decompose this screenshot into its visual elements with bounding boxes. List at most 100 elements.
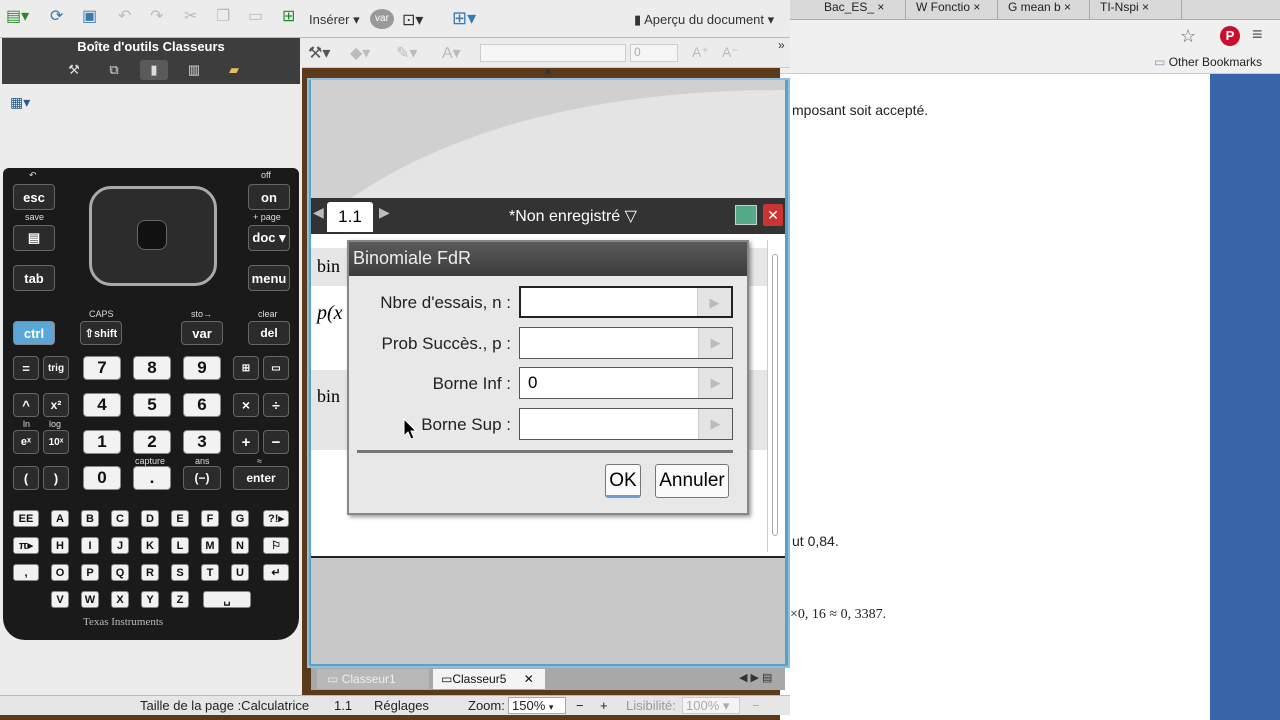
redo-icon[interactable]: ↷: [150, 6, 163, 26]
alpha-key[interactable]: M: [201, 537, 219, 554]
insert-icon[interactable]: ⊞: [282, 6, 295, 26]
esc-key[interactable]: esc: [13, 184, 55, 210]
alpha-key[interactable]: K: [141, 537, 159, 554]
page-tab[interactable]: 1.1: [327, 202, 373, 232]
var-button[interactable]: var: [370, 9, 394, 29]
divide-key[interactable]: ÷: [263, 393, 289, 417]
bookmark-folder[interactable]: ▭ Other Bookmarks: [1154, 55, 1262, 69]
key-6[interactable]: 6: [183, 393, 221, 417]
negative-key[interactable]: (−): [183, 466, 221, 490]
new-document-icon[interactable]: ▤▾: [6, 6, 29, 26]
key-8[interactable]: 8: [133, 356, 171, 380]
alpha-key[interactable]: U: [231, 564, 249, 581]
tools-icon[interactable]: ⚒▾: [308, 43, 330, 63]
browser-tab[interactable]: W Fonctio ×: [912, 0, 998, 20]
exp-key[interactable]: eˣ: [13, 430, 39, 454]
settings-button[interactable]: Réglages: [374, 698, 429, 713]
font-size-select[interactable]: 0: [630, 44, 678, 62]
font-select[interactable]: [480, 44, 626, 62]
multiply-key[interactable]: ×: [233, 393, 259, 417]
undo-icon[interactable]: ↶: [118, 6, 131, 26]
space-key[interactable]: ␣: [203, 591, 251, 608]
key-4[interactable]: 4: [83, 393, 121, 417]
arrow-right-icon[interactable]: ▶: [698, 409, 732, 439]
template-key-icon[interactable]: ⊞: [233, 356, 259, 380]
alpha-key[interactable]: ,: [13, 564, 39, 581]
readability-minus-icon[interactable]: −: [752, 698, 760, 713]
alpha-key[interactable]: S: [171, 564, 189, 581]
shrink-font-icon[interactable]: A⁻: [722, 44, 739, 61]
enter-key[interactable]: enter: [233, 466, 289, 490]
del-key[interactable]: del: [248, 321, 290, 345]
close-tab-icon[interactable]: ✕: [524, 672, 534, 686]
star-icon[interactable]: ☆: [1180, 26, 1196, 47]
key-9[interactable]: 9: [183, 356, 221, 380]
trig-key[interactable]: trig: [43, 356, 69, 380]
alpha-key[interactable]: J: [111, 537, 129, 554]
doc-tab-classeur5[interactable]: ▭Classeur5 ✕: [433, 669, 545, 689]
lparen-key[interactable]: (: [13, 466, 39, 490]
doc-tab-classeur1[interactable]: ▭ Classeur1: [317, 669, 429, 689]
alpha-key[interactable]: Q: [111, 564, 129, 581]
calculator-view-icon[interactable]: ▦▾: [10, 94, 30, 111]
layout-icon[interactable]: ⊞▾: [452, 8, 476, 29]
open-icon[interactable]: ⟳: [50, 6, 63, 26]
key-0[interactable]: 0: [83, 466, 121, 490]
alpha-key[interactable]: ↵: [263, 564, 289, 581]
alpha-key[interactable]: ?!▸: [263, 510, 289, 527]
caret-key[interactable]: ^: [13, 393, 39, 417]
zoom-out-icon[interactable]: −: [576, 698, 584, 713]
tenx-key[interactable]: 10ˣ: [43, 430, 69, 454]
decimal-key[interactable]: .: [133, 466, 171, 490]
alpha-key[interactable]: Y: [141, 591, 159, 608]
alpha-key[interactable]: G: [231, 510, 249, 527]
alpha-key[interactable]: π▸: [13, 537, 39, 554]
key-3[interactable]: 3: [183, 430, 221, 454]
document-title[interactable]: *Non enregistré ▽: [509, 206, 637, 226]
alpha-key[interactable]: E: [171, 510, 189, 527]
menu-key[interactable]: menu: [248, 265, 290, 291]
browser-tab[interactable]: G mean b ×: [1004, 0, 1090, 20]
copy-icon[interactable]: ❐: [216, 6, 230, 26]
sorter-tab-icon[interactable]: ⧉: [100, 60, 128, 80]
touchpad-center[interactable]: [137, 220, 167, 250]
lower-bound-input[interactable]: 0 ▶: [519, 367, 733, 399]
grow-font-icon[interactable]: A⁺: [692, 44, 709, 61]
alpha-key[interactable]: R: [141, 564, 159, 581]
alpha-key[interactable]: T: [201, 564, 219, 581]
browser-tab[interactable]: Bac_ES_ ×: [820, 0, 906, 20]
minus-key[interactable]: −: [263, 430, 289, 454]
alpha-key[interactable]: I: [81, 537, 99, 554]
screenshot-icon[interactable]: ⊡▾: [402, 10, 423, 30]
zoom-select[interactable]: 150% ▾: [508, 697, 566, 714]
plus-key[interactable]: +: [233, 430, 259, 454]
readability-select[interactable]: 100% ▾: [682, 697, 740, 714]
alpha-key[interactable]: B: [81, 510, 99, 527]
prev-page-icon[interactable]: ◀: [313, 204, 324, 221]
tab-nav-icon[interactable]: ◀ ▶ ▤: [739, 671, 772, 684]
explorer-tab-icon[interactable]: ▥: [180, 60, 208, 80]
text-color-icon[interactable]: A▾: [442, 43, 461, 63]
alpha-key[interactable]: H: [51, 537, 69, 554]
paste-icon[interactable]: ▭: [248, 6, 263, 26]
cut-icon[interactable]: ✂: [184, 6, 197, 26]
emulator-tab-icon[interactable]: ▮: [140, 60, 168, 80]
key-7[interactable]: 7: [83, 356, 121, 380]
doc-key[interactable]: doc ▾: [248, 225, 290, 251]
line-color-icon[interactable]: ✎▾: [396, 43, 417, 63]
var-key[interactable]: var: [181, 321, 223, 345]
upper-bound-input[interactable]: ▶: [519, 408, 733, 440]
key-1[interactable]: 1: [83, 430, 121, 454]
pinterest-icon[interactable]: P: [1220, 26, 1240, 46]
catalog-key-icon[interactable]: ▭: [263, 356, 289, 380]
alpha-key[interactable]: EE: [13, 510, 39, 527]
equals-key[interactable]: =: [13, 356, 39, 380]
rparen-key[interactable]: ): [43, 466, 69, 490]
probability-input[interactable]: ▶: [519, 327, 733, 359]
tools-tab-icon[interactable]: ⚒: [60, 60, 88, 80]
alpha-key[interactable]: C: [111, 510, 129, 527]
arrow-right-icon[interactable]: ▶: [697, 288, 731, 316]
insert-menu[interactable]: Insérer ▾: [309, 12, 360, 28]
scratchpad-key-icon[interactable]: ▤: [13, 225, 55, 251]
expand-icon[interactable]: »: [778, 38, 785, 52]
